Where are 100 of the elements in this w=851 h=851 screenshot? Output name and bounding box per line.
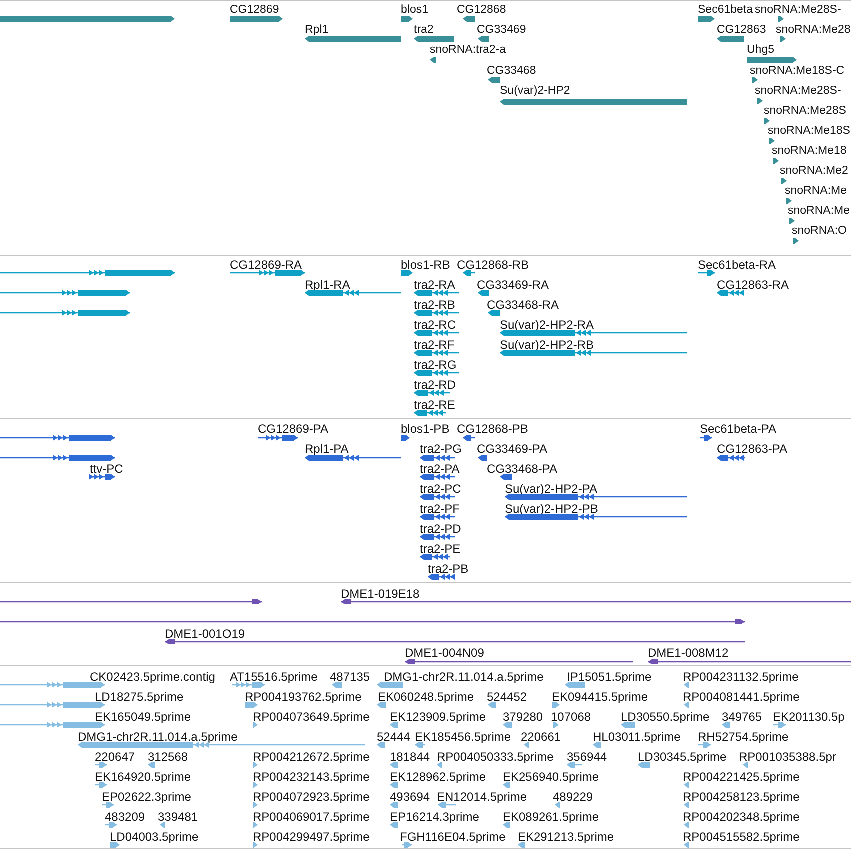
feature-label: EK123909.5prime: [390, 710, 486, 724]
feature-arrow[interactable]: [420, 493, 455, 501]
feature-arrow[interactable]: [747, 56, 797, 64]
feature-arrow[interactable]: [478, 454, 487, 462]
feature-arrow[interactable]: [488, 76, 500, 84]
feature-arrow[interactable]: [789, 217, 795, 225]
feature-arrow[interactable]: [414, 35, 454, 43]
clone-arrow[interactable]: [0, 618, 745, 626]
feature-arrow[interactable]: [505, 513, 687, 521]
feature-label: Su(var)2-HP2: [500, 84, 570, 98]
feature-label: 524452: [487, 690, 528, 704]
feature-label: snoRNA:Me2: [780, 164, 848, 178]
feature-label: ttv-PC: [90, 462, 124, 476]
feature-label: CG12869-RA: [230, 258, 302, 272]
feature-arrow[interactable]: [420, 553, 450, 561]
feature-label: EN12014.5prime: [437, 790, 528, 804]
feature-arrow[interactable]: [401, 434, 410, 442]
feature-label: tra2-RB: [414, 298, 456, 312]
clone-arrow[interactable]: [0, 598, 262, 606]
feature-arrow[interactable]: [0, 269, 175, 277]
feature-arrow[interactable]: [698, 15, 715, 23]
feature-arrow[interactable]: [90, 473, 115, 481]
feature-label: EP02622.3prime: [102, 790, 192, 804]
feature-label: Rpl1-PA: [305, 442, 349, 456]
feature-arrow[interactable]: [414, 389, 450, 397]
feature-label: Su(var)2-HP2-PB: [505, 502, 598, 516]
feature-label: 349765: [722, 710, 762, 724]
feature-label: RP001035388.5pr: [739, 750, 836, 764]
feature-arrow[interactable]: [698, 269, 715, 277]
feature-arrow[interactable]: [500, 349, 687, 357]
feature-label: EK256940.5prime: [503, 770, 600, 784]
feature-arrow[interactable]: [778, 15, 784, 23]
feature-label: 483209: [105, 810, 146, 824]
feature-arrow[interactable]: [0, 309, 130, 317]
feature-arrow[interactable]: [420, 533, 455, 541]
feature-arrow[interactable]: [781, 177, 787, 185]
feature-arrow[interactable]: [414, 289, 459, 297]
feature-arrow[interactable]: [230, 269, 305, 277]
feature-arrow[interactable]: [414, 329, 459, 337]
feature-arrow[interactable]: [717, 289, 744, 297]
feature-arrow[interactable]: [414, 349, 459, 357]
feature-arrow[interactable]: [414, 309, 459, 317]
feature-arrow[interactable]: [700, 434, 712, 442]
feature-arrow[interactable]: [786, 197, 792, 205]
clone-arrow[interactable]: [341, 598, 851, 606]
feature-arrow[interactable]: [428, 573, 455, 581]
clone-arrow[interactable]: [648, 658, 851, 665]
feature-label: snoRNA:Me28: [776, 23, 851, 37]
feature-arrow[interactable]: [769, 137, 775, 145]
feature-arrow[interactable]: [401, 15, 413, 23]
feature-arrow[interactable]: [414, 409, 446, 417]
feature-arrow[interactable]: [305, 454, 401, 462]
feature-label: 493694: [390, 790, 430, 804]
feature-arrow[interactable]: [420, 473, 455, 481]
feature-label: Sec61beta: [698, 3, 753, 17]
feature-label: blos1-RB: [401, 258, 450, 272]
feature-arrow[interactable]: [717, 454, 745, 462]
feature-arrow[interactable]: [463, 15, 475, 23]
feature-arrow[interactable]: [488, 309, 500, 317]
feature-arrow[interactable]: [505, 493, 687, 501]
feature-label: tra2-PC: [420, 482, 462, 496]
feature-arrow[interactable]: [420, 513, 455, 521]
feature-label: tra2-RE: [414, 398, 456, 412]
feature-label: CG33468-PA: [487, 462, 558, 476]
feature-arrow[interactable]: [500, 329, 687, 337]
feature-label: tra2-PD: [420, 522, 462, 536]
feature-arrow[interactable]: [793, 237, 799, 245]
feature-arrow[interactable]: [230, 15, 283, 23]
feature-label: CG12868: [457, 3, 506, 17]
clone-arrow[interactable]: [165, 638, 745, 646]
feature-label: AT15516.5prime: [230, 670, 318, 684]
feature-label: 181844: [390, 750, 430, 764]
feature-arrow[interactable]: [0, 454, 115, 462]
feature-label: LD18275.5prime: [95, 690, 184, 704]
feature-arrow[interactable]: [752, 76, 758, 84]
feature-arrow[interactable]: [430, 56, 436, 64]
feature-arrow[interactable]: [500, 473, 512, 481]
feature-arrow[interactable]: [258, 434, 298, 442]
feature-arrow[interactable]: [0, 434, 115, 442]
feature-arrow[interactable]: [478, 35, 489, 43]
clone-arrow[interactable]: [405, 658, 633, 665]
feature-arrow[interactable]: [717, 35, 744, 43]
feature-arrow[interactable]: [478, 289, 489, 297]
feature-arrow[interactable]: [305, 289, 401, 297]
feature-label: CG12869-PA: [258, 422, 328, 436]
feature-label: HL03011.5prime: [593, 730, 681, 744]
feature-arrow[interactable]: [0, 289, 130, 297]
feature-arrow[interactable]: [757, 97, 763, 105]
feature-label: RP004299497.5prime: [253, 830, 370, 844]
feature-arrow[interactable]: [773, 157, 779, 165]
feature-arrow[interactable]: [463, 269, 475, 277]
feature-arrow[interactable]: [780, 35, 786, 43]
feature-label: EK089261.5prime: [503, 810, 600, 824]
feature-arrow[interactable]: [420, 454, 455, 462]
feature-arrow[interactable]: [764, 117, 770, 125]
feature-arrow[interactable]: [414, 369, 459, 377]
feature-label: EP16214.3prime: [390, 810, 480, 824]
feature-arrow[interactable]: [463, 434, 475, 442]
feature-label: 489229: [553, 790, 594, 804]
feature-arrow[interactable]: [401, 269, 413, 277]
